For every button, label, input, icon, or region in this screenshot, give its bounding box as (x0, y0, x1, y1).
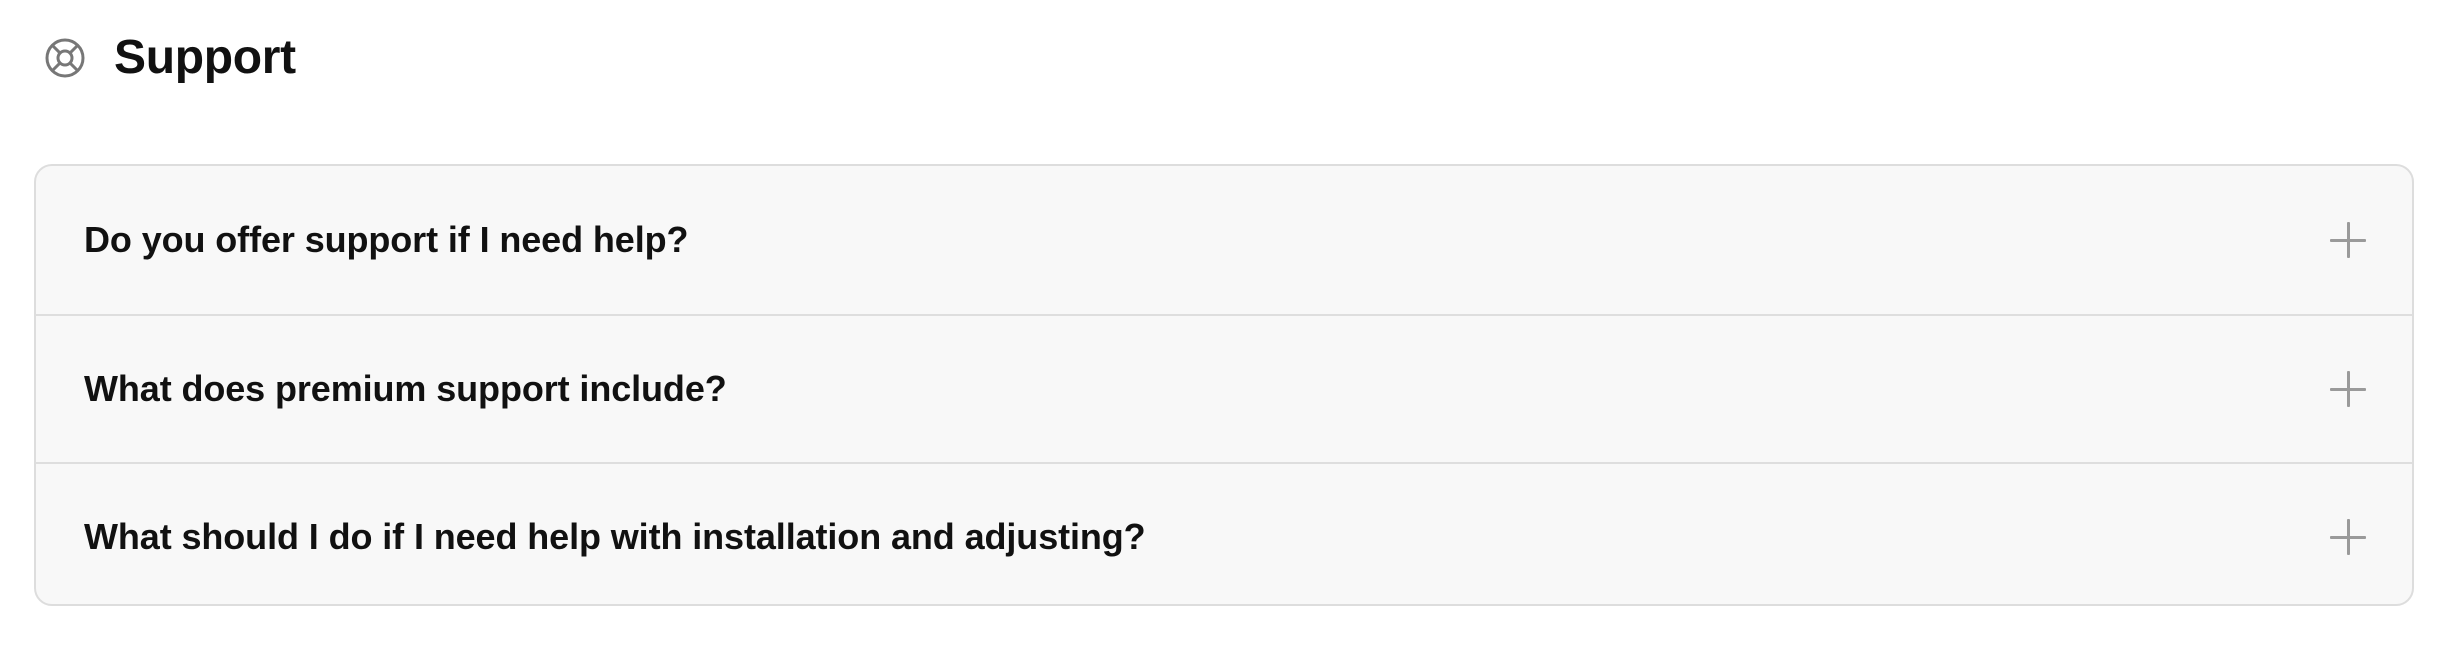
faq-question: What does premium support include? (84, 368, 727, 409)
section-title: Support (114, 31, 296, 84)
faq-item-premium-support[interactable]: What does premium support include? (36, 314, 2412, 462)
faq-question: Do you offer support if I need help? (84, 219, 689, 260)
faq-item-installation-help[interactable]: What should I do if I need help with ins… (36, 462, 2412, 604)
faq-question: What should I do if I need help with ins… (84, 516, 1146, 557)
support-section-header: Support (44, 28, 296, 88)
plus-icon[interactable] (2330, 519, 2366, 555)
lifebuoy-icon (44, 37, 86, 79)
plus-icon[interactable] (2330, 371, 2366, 407)
faq-item-support-help[interactable]: Do you offer support if I need help? (36, 166, 2412, 314)
plus-icon[interactable] (2330, 222, 2366, 258)
faq-accordion: Do you offer support if I need help? Wha… (34, 164, 2414, 606)
